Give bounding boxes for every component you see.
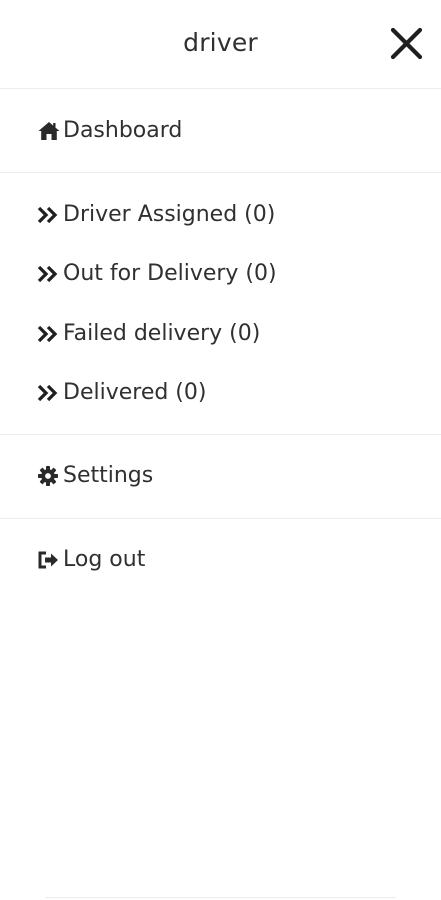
settings-section: Settings xyxy=(0,435,441,519)
double-chevron-right-icon xyxy=(37,320,63,348)
menu-item-failed-delivery[interactable]: Failed delivery (0) xyxy=(0,320,260,348)
gear-icon xyxy=(37,462,63,490)
failed-delivery-label: Failed delivery (0) xyxy=(63,321,261,346)
close-button[interactable] xyxy=(388,25,425,62)
user-name-title: driver xyxy=(183,28,258,57)
double-chevron-right-icon xyxy=(37,379,63,407)
bottom-divider xyxy=(45,897,396,898)
menu-item-dashboard[interactable]: Dashboard xyxy=(0,89,441,145)
dashboard-section: Dashboard xyxy=(0,89,441,173)
home-icon xyxy=(37,117,63,145)
menu-item-logout[interactable]: Log out xyxy=(0,519,441,574)
close-icon xyxy=(390,27,423,60)
logout-icon xyxy=(37,546,63,574)
drawer-header: driver xyxy=(0,0,441,89)
dashboard-label: Dashboard xyxy=(63,118,183,143)
menu-item-delivered[interactable]: Delivered (0) xyxy=(0,379,206,407)
delivered-label: Delivered (0) xyxy=(63,380,207,405)
settings-label: Settings xyxy=(63,463,154,488)
driver-assigned-label: Driver Assigned (0) xyxy=(63,202,276,227)
menu-item-driver-assigned[interactable]: Driver Assigned (0) xyxy=(0,201,275,229)
out-for-delivery-label: Out for Delivery (0) xyxy=(63,261,277,286)
logout-section: Log out xyxy=(0,519,441,602)
menu-item-settings[interactable]: Settings xyxy=(0,435,441,490)
delivery-status-section: Driver Assigned (0) Out for Delivery (0)… xyxy=(0,173,441,435)
logout-label: Log out xyxy=(63,547,146,572)
double-chevron-right-icon xyxy=(37,260,63,288)
menu-item-out-for-delivery[interactable]: Out for Delivery (0) xyxy=(0,260,277,288)
double-chevron-right-icon xyxy=(37,201,63,229)
